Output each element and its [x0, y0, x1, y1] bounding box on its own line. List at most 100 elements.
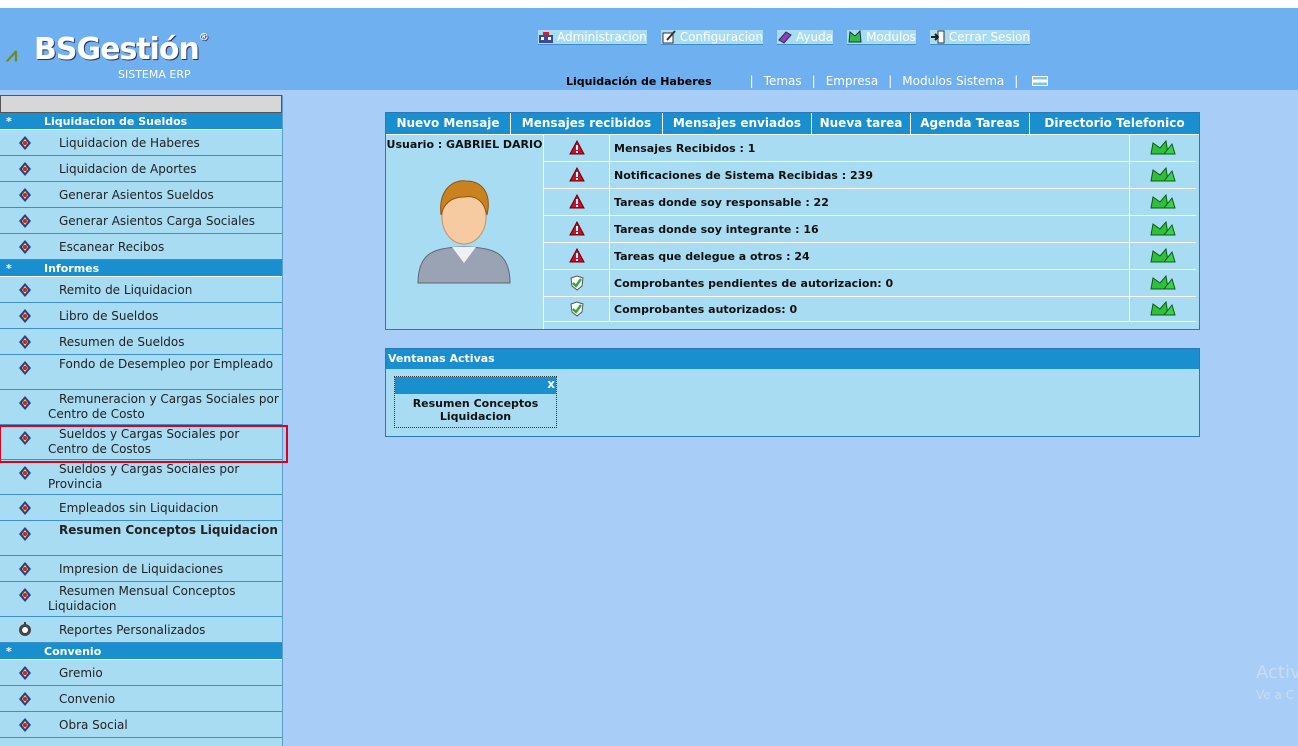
- subnav-modulos-sistema[interactable]: Modulos Sistema: [902, 74, 1004, 88]
- nav-administracion[interactable]: Administracion: [538, 30, 647, 45]
- nav-ayuda[interactable]: Ayuda: [776, 30, 834, 45]
- sidebar-item-label: Resumen de Sueldos: [59, 335, 185, 349]
- close-icon[interactable]: x: [547, 377, 555, 391]
- watermark-line2: Ve a C: [1256, 688, 1295, 702]
- message-row: Comprobantes autorizados: 0: [544, 297, 1196, 322]
- config-icon: [661, 30, 677, 44]
- go-arrow-icon[interactable]: [1130, 135, 1196, 161]
- sidebar-item[interactable]: Generar Asientos Sueldos: [0, 182, 282, 208]
- nav-configuracion[interactable]: Configuracion: [660, 30, 763, 45]
- sidebar-section-title: Convenio: [44, 644, 102, 658]
- sidebar-top-bar: [0, 95, 282, 113]
- sidebar-item[interactable]: Convenio: [0, 686, 282, 712]
- sidebar-item[interactable]: Remito de Liquidacion: [0, 277, 282, 303]
- sidebar-item[interactable]: Generar Asientos Carga Sociales: [0, 208, 282, 234]
- nav-cerrar-sesion[interactable]: Cerrar Sesion: [929, 30, 1030, 45]
- message-rows: Mensajes Recibidos : 1 Notificaciones de …: [544, 135, 1196, 322]
- sidebar-item-label: Impresion de Liquidaciones: [59, 562, 224, 576]
- sidebar-item[interactable]: Resumen Mensual Conceptos Liquidacion: [0, 582, 282, 617]
- tab-directorio-telefonico[interactable]: Directorio Telefonico: [1030, 113, 1199, 134]
- sidebar-item[interactable]: Resumen de Sueldos: [0, 329, 282, 355]
- user-card: Usuario : GABRIEL DARIO: [386, 135, 544, 329]
- active-windows-panel: Ventanas Activas x Resumen Conceptos Liq…: [385, 348, 1200, 437]
- tab-agenda-tareas[interactable]: Agenda Tareas: [911, 113, 1030, 134]
- tab-nuevo-mensaje[interactable]: Nuevo Mensaje: [386, 113, 511, 134]
- sidebar-item[interactable]: Reportes Personalizados: [0, 617, 282, 643]
- sidebar-item[interactable]: Empleados sin Liquidacion: [0, 495, 282, 521]
- flag-icon[interactable]: [1032, 76, 1049, 86]
- user-name: Usuario : GABRIEL DARIO: [386, 138, 543, 151]
- section-marker: *: [6, 114, 12, 128]
- sidebar-item[interactable]: Libro de Sueldos: [0, 303, 282, 329]
- menu-item-icon: [17, 161, 33, 177]
- brand-logo[interactable]: ⩘ BSGestión® SISTEMA ERP: [6, 30, 216, 90]
- section-marker: *: [6, 644, 12, 658]
- menu-item-icon: [17, 360, 33, 376]
- top-border: [0, 0, 1298, 8]
- sidebar: * Liquidacion de Sueldos Liquidacion de Ha…: [0, 95, 283, 746]
- message-text: Comprobantes pendientes de autorizacion:…: [610, 270, 1130, 296]
- warning-icon: [544, 243, 610, 269]
- nav-modulos[interactable]: Modulos: [847, 29, 916, 45]
- sidebar-item[interactable]: Escanear Recibos: [0, 234, 282, 260]
- sidebar-item-label: Generar Asientos Sueldos: [59, 188, 214, 202]
- active-window-label[interactable]: Resumen Conceptos Liquidacion: [395, 397, 556, 423]
- divider: |: [749, 74, 754, 88]
- sidebar-item[interactable]: Fondo de Desempleo por Empleado: [0, 355, 282, 390]
- sidebar-section-header[interactable]: * Liquidacion de Sueldos: [0, 113, 282, 130]
- sidebar-item-label: Obra Social: [59, 718, 128, 732]
- sidebar-item[interactable]: Liquidacion de Haberes: [0, 130, 282, 156]
- warning-icon: [544, 189, 610, 215]
- warning-icon: [544, 135, 610, 161]
- watermark-line1: Activ: [1256, 662, 1298, 683]
- sidebar-item-label: Fondo de Desempleo por Empleado: [59, 357, 274, 371]
- tab-mensajes-recibidos[interactable]: Mensajes recibidos: [511, 113, 663, 134]
- go-arrow-icon[interactable]: [1130, 243, 1196, 269]
- sidebar-item-label: Liquidacion de Haberes: [59, 136, 200, 150]
- nav-administracion-label: Administracion: [557, 30, 647, 44]
- sidebar-item[interactable]: Sueldos y Cargas Sociales por Provincia: [0, 460, 282, 495]
- go-arrow-icon[interactable]: [1130, 216, 1196, 242]
- logout-icon: [930, 30, 946, 44]
- subnav-temas[interactable]: Temas: [764, 74, 802, 88]
- go-arrow-icon[interactable]: [1130, 189, 1196, 215]
- sidebar-item[interactable]: Remuneracion y Cargas Sociales por Centr…: [0, 390, 282, 425]
- sidebar-item-label: Resumen Conceptos Liquidacion: [59, 523, 278, 537]
- modules-icon: [847, 29, 863, 44]
- subnav-empresa[interactable]: Empresa: [826, 74, 879, 88]
- divider: |: [811, 74, 816, 88]
- registered-icon: ®: [198, 32, 209, 43]
- current-module-title: Liquidación de Haberes: [566, 74, 712, 88]
- sidebar-item[interactable]: Resumen Conceptos Liquidacion: [0, 521, 282, 556]
- sidebar-item[interactable]: Obra Social: [0, 712, 282, 738]
- check-shield-icon: [544, 270, 610, 296]
- sidebar-item[interactable]: Impresion de Liquidaciones: [0, 556, 282, 582]
- go-arrow-icon[interactable]: [1130, 162, 1196, 188]
- message-text: Tareas donde soy responsable : 22: [610, 189, 1130, 215]
- warning-icon: [544, 216, 610, 242]
- nav-configuracion-label: Configuracion: [679, 30, 763, 44]
- menu-item-icon: [17, 395, 33, 411]
- active-window-titlebar: x: [395, 377, 556, 394]
- sidebar-item-label: Remito de Liquidacion: [59, 283, 193, 297]
- sidebar-item[interactable]: Gremio: [0, 660, 282, 686]
- go-arrow-icon[interactable]: [1130, 270, 1196, 296]
- sidebar-section-title: Liquidacion de Sueldos: [44, 114, 188, 128]
- tab-mensajes-enviados[interactable]: Mensajes enviados: [663, 113, 812, 134]
- sidebar-item-label: Empleados sin Liquidacion: [59, 501, 219, 515]
- menu-item-icon: [17, 665, 33, 681]
- menu-item-icon: [17, 500, 33, 516]
- sidebar-section-header[interactable]: * Informes: [0, 260, 282, 277]
- message-row: Tareas que delegue a otros : 24: [544, 243, 1196, 270]
- sidebar-item-label: Liquidacion de Aportes: [59, 162, 197, 176]
- active-window-card[interactable]: x Resumen Conceptos Liquidacion: [394, 376, 557, 428]
- tab-nueva-tarea[interactable]: Nueva tarea: [812, 113, 911, 134]
- go-arrow-icon[interactable]: [1130, 297, 1196, 321]
- menu-item-icon: [17, 717, 33, 733]
- sidebar-item-label: Generar Asientos Carga Sociales: [59, 214, 256, 228]
- messages-panel: Nuevo Mensaje Mensajes recibidos Mensaje…: [385, 112, 1200, 330]
- sidebar-item-label: Libro de Sueldos: [59, 309, 159, 323]
- menu-item-icon: [17, 465, 33, 481]
- sidebar-item[interactable]: Liquidacion de Aportes: [0, 156, 282, 182]
- sidebar-section-header[interactable]: * Convenio: [0, 643, 282, 660]
